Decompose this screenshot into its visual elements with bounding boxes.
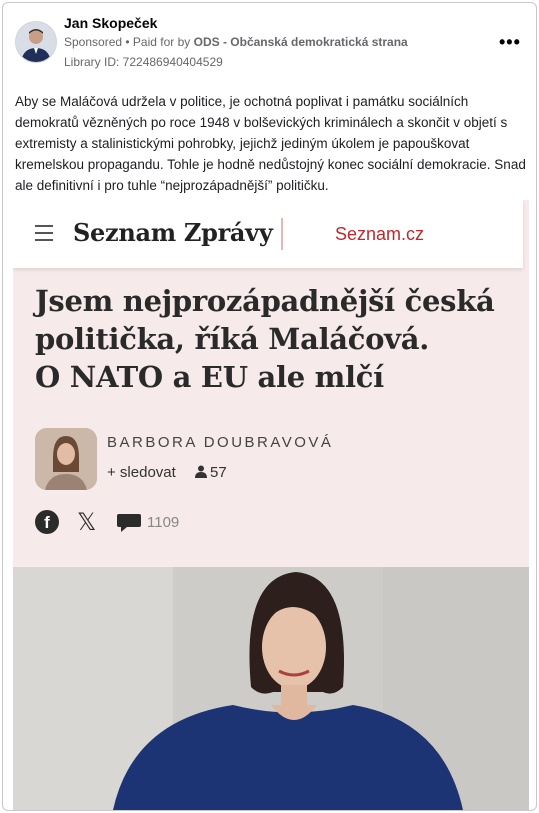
author-avatar[interactable] — [15, 21, 57, 63]
author-byline[interactable]: BARBORA DOUBRAVOVÁ — [107, 434, 333, 451]
hamburger-menu-icon[interactable] — [35, 225, 53, 241]
post-text: Aby se Maláčová udržela v politice, je o… — [15, 94, 526, 193]
sponsored-label: Sponsored — [64, 35, 123, 49]
ad-card: Jan Skopeček Sponsored • Paid for by ODS… — [2, 2, 537, 811]
site-header: Seznam Zprávy Seznam.cz — [13, 200, 523, 268]
payer-name[interactable]: ODS - Občanská demokratická strana — [194, 35, 408, 49]
headline-line: politička, říká Maláčová. — [35, 322, 430, 356]
headline-line: O NATO a EU ale mlčí — [35, 360, 384, 394]
x-icon[interactable]: 𝕏 — [77, 508, 96, 537]
comment-icon[interactable] — [117, 512, 141, 532]
library-id: Library ID: 722486940404529 — [64, 55, 223, 69]
site-logo[interactable]: Seznam Zprávy — [73, 218, 273, 247]
seznam-logo[interactable]: Seznam.cz — [335, 224, 424, 245]
paid-prefix: • Paid for by — [122, 35, 194, 49]
share-bar: f 𝕏 1109 — [35, 508, 335, 537]
comment-count[interactable]: 1109 — [147, 514, 179, 531]
author-portrait — [35, 428, 97, 490]
followers-value: 57 — [210, 464, 227, 481]
article-headline: Jsem nejprozápadnější česká politička, ř… — [35, 282, 515, 396]
author-name[interactable]: Jan Skopeček — [64, 15, 157, 31]
article-photo[interactable] — [13, 567, 529, 810]
post-header: Jan Skopeček Sponsored • Paid for by ODS… — [3, 3, 536, 83]
followers-count: 57 — [195, 464, 227, 481]
follow-button[interactable]: + sledovat — [107, 464, 176, 481]
more-options-icon[interactable]: ••• — [499, 33, 521, 51]
person-icon — [195, 465, 207, 478]
headline-line: Jsem nejprozápadnější česká — [35, 284, 495, 318]
facebook-icon[interactable]: f — [35, 510, 59, 534]
avatar-portrait — [16, 22, 56, 62]
sponsor-line: Sponsored • Paid for by ODS - Občanská d… — [64, 35, 408, 49]
author-photo — [35, 428, 97, 490]
logo-divider — [281, 218, 283, 250]
article-photo-image — [13, 567, 529, 810]
article-preview[interactable]: Seznam Zprávy Seznam.cz Jsem nejprozápad… — [13, 200, 529, 810]
